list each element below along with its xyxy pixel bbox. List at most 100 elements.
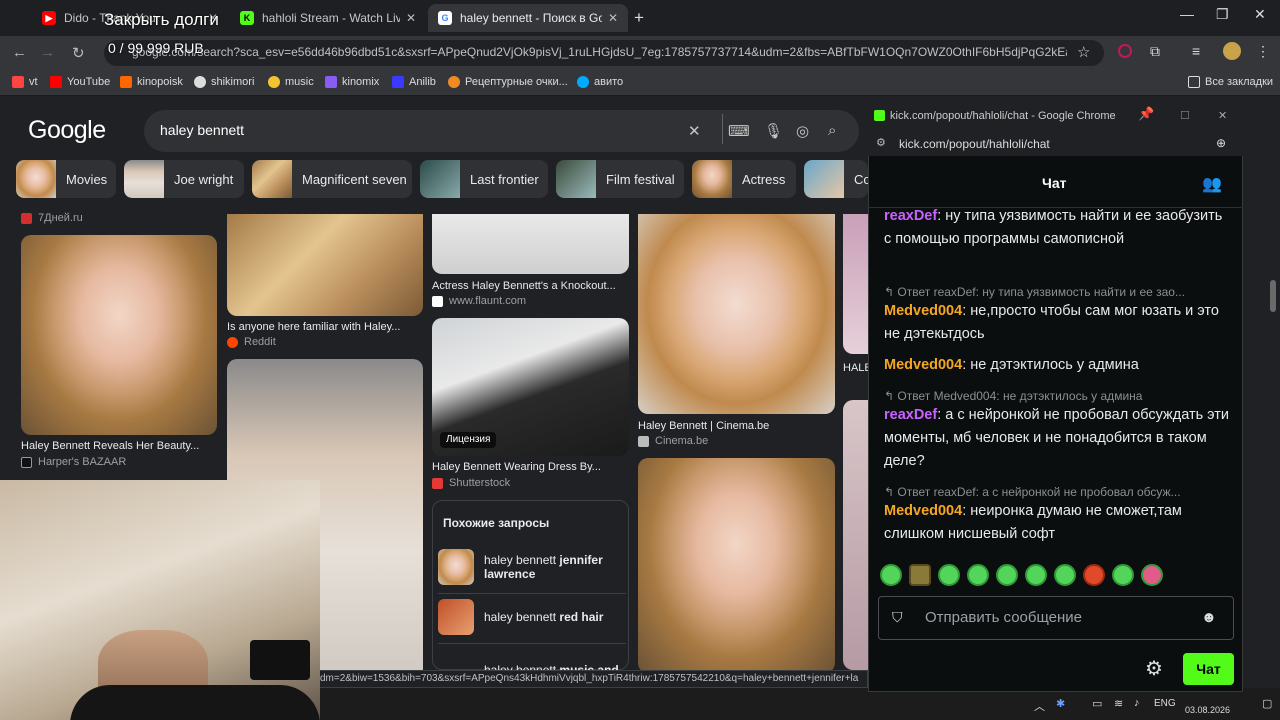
emoji-picker-icon[interactable]: ☻ [1201,609,1217,626]
chip-magnificent-seven[interactable]: Magnificent seven [252,160,412,198]
search-icon[interactable]: ⌕ [828,122,836,139]
result-source[interactable]: www.flaunt.com [432,295,526,307]
notifications-icon[interactable]: ▢ [1262,697,1272,710]
bookmark-star-icon[interactable]: ☆ [1077,43,1090,61]
bookmark-kinopoisk[interactable]: kinopoisk [120,76,183,88]
tab-google-search[interactable]: G haley bennett - Поиск в Google ✕ [428,4,628,32]
close-icon[interactable]: ✕ [608,11,618,25]
result-caption[interactable]: HALE [843,362,868,374]
bookmark-music[interactable]: music [268,76,314,88]
result-source[interactable]: 7Дней.ru [21,212,83,224]
url-text[interactable]: google.com/search?sca_esv=e56dd46b96dbd5… [132,45,1067,59]
chip-joe-wright[interactable]: Joe wright [124,160,244,198]
chat-username[interactable]: Medved004 [884,357,962,373]
result-source[interactable]: Reddit [227,336,276,348]
emote-icon[interactable] [996,564,1018,586]
bookmark-shikimori[interactable]: shikimori [194,76,254,88]
language-indicator[interactable]: ENG [1154,698,1176,709]
chat-username[interactable]: Medved004 [884,503,962,519]
forward-icon[interactable]: → [40,44,55,61]
back-icon[interactable]: ← [12,44,27,61]
emote-icon[interactable] [1054,564,1076,586]
result-source[interactable]: Cinema.be [638,435,708,447]
chat-username[interactable]: reaxDef [884,208,937,224]
system-date[interactable]: 03.08.2026 [1185,705,1230,715]
profile-avatar[interactable] [1223,42,1241,60]
new-tab-button[interactable]: + [634,8,644,28]
wifi-icon[interactable]: ≋ [1114,697,1123,710]
bluetooth-icon[interactable]: ✱ [1056,697,1065,710]
close-window-button[interactable]: ✕ [1254,6,1266,23]
media-control-icon[interactable]: ≡ [1192,43,1200,59]
bookmark-glasses[interactable]: Рецептурные очки... [448,76,568,88]
google-logo[interactable]: Google [28,116,106,145]
license-badge[interactable]: Лицензия [440,432,497,448]
users-icon[interactable]: 👥 [1202,174,1222,194]
chip-last-frontier[interactable]: Last frontier [420,160,548,198]
tab-kick-stream[interactable]: K hahloli Stream - Watch Live on ✕ [230,4,426,32]
shield-icon[interactable]: ⛉ [892,609,903,626]
close-icon[interactable]: ✕ [406,11,416,25]
tray-chevron-icon[interactable]: ︿ [1034,698,1045,714]
extension-icon[interactable] [1118,44,1132,58]
related-search-item[interactable]: haley bennett red hair [438,599,626,635]
battery-icon[interactable]: ▭ [1092,697,1102,710]
chip-movies[interactable]: Movies [16,160,116,198]
maximize-button[interactable]: ❐ [1216,6,1229,23]
bookmark-kinomix[interactable]: kinomix [325,76,379,88]
emote-icon[interactable] [880,564,902,586]
zoom-icon[interactable]: ⊕ [1216,136,1226,150]
pin-icon[interactable]: 📌 [1138,106,1154,122]
chat-input-placeholder[interactable]: Отправить сообщение [925,609,1082,626]
reload-icon[interactable]: ↻ [72,44,85,62]
microphone-icon[interactable]: 🎙 [764,122,783,140]
extensions-puzzle-icon[interactable]: ⧉ [1150,43,1160,60]
chip-more[interactable]: Co [804,160,868,198]
chat-username[interactable]: Medved004 [884,303,962,319]
gear-icon[interactable]: ⚙ [1145,656,1163,681]
lens-camera-icon[interactable]: ◎ [796,122,809,140]
result-caption[interactable]: Is anyone here familiar with Haley... [227,321,423,333]
close-popup-button[interactable]: ✕ [1218,109,1227,122]
result-source[interactable]: Harper's BAZAAR [21,456,126,468]
volume-icon[interactable]: ♪ [1134,697,1140,709]
related-search-item[interactable]: haley bennett jennifer lawrence [438,549,626,585]
emote-icon[interactable] [909,564,931,586]
chip-film-festival[interactable]: Film festival [556,160,684,198]
result-caption[interactable]: Haley Bennett Wearing Dress By... [432,461,629,473]
chat-username[interactable]: reaxDef [884,407,937,423]
emote-icon[interactable] [967,564,989,586]
emote-icon[interactable] [1083,564,1105,586]
keyboard-icon[interactable]: ⌨ [728,122,750,140]
bookmark-anilib[interactable]: Anilib [392,76,436,88]
site-settings-icon[interactable]: ⚙ [876,136,886,149]
search-box[interactable] [144,110,859,152]
result-caption[interactable]: Haley Bennett Reveals Her Beauty... [21,440,217,452]
result-source[interactable]: Shutterstock [432,477,510,489]
maximize-button[interactable]: ☐ [1180,109,1190,122]
result-image[interactable] [843,214,868,354]
page-scrollbar[interactable] [1270,280,1276,312]
emote-icon[interactable] [1025,564,1047,586]
result-image[interactable] [638,458,835,673]
reply-reference[interactable]: ↰ Ответ reaxDef: ну типа уязвимость найт… [884,285,1229,299]
all-bookmarks[interactable]: Все закладки [1188,76,1273,88]
send-chat-button[interactable]: Чат [1183,653,1234,685]
result-caption[interactable]: Actress Haley Bennett's a Knockout... [432,280,629,292]
emote-icon[interactable] [938,564,960,586]
result-image[interactable] [21,235,217,435]
minimize-button[interactable]: — [1180,6,1194,22]
clear-icon[interactable]: ✕ [688,122,701,140]
search-input[interactable]: haley bennett [160,122,244,138]
menu-icon[interactable]: ⋮ [1256,43,1270,60]
result-caption[interactable]: Haley Bennett | Cinema.be [638,420,835,432]
emote-icon[interactable] [1141,564,1163,586]
bookmark-vt[interactable]: vt [12,76,38,88]
popup-url[interactable]: kick.com/popout/hahloli/chat [899,137,1050,151]
result-image[interactable] [843,400,868,670]
result-image[interactable] [227,214,423,316]
bookmark-youtube[interactable]: YouTube [50,76,110,88]
chip-actress[interactable]: Actress [692,160,796,198]
result-image[interactable] [432,214,629,274]
result-image[interactable] [638,214,835,414]
